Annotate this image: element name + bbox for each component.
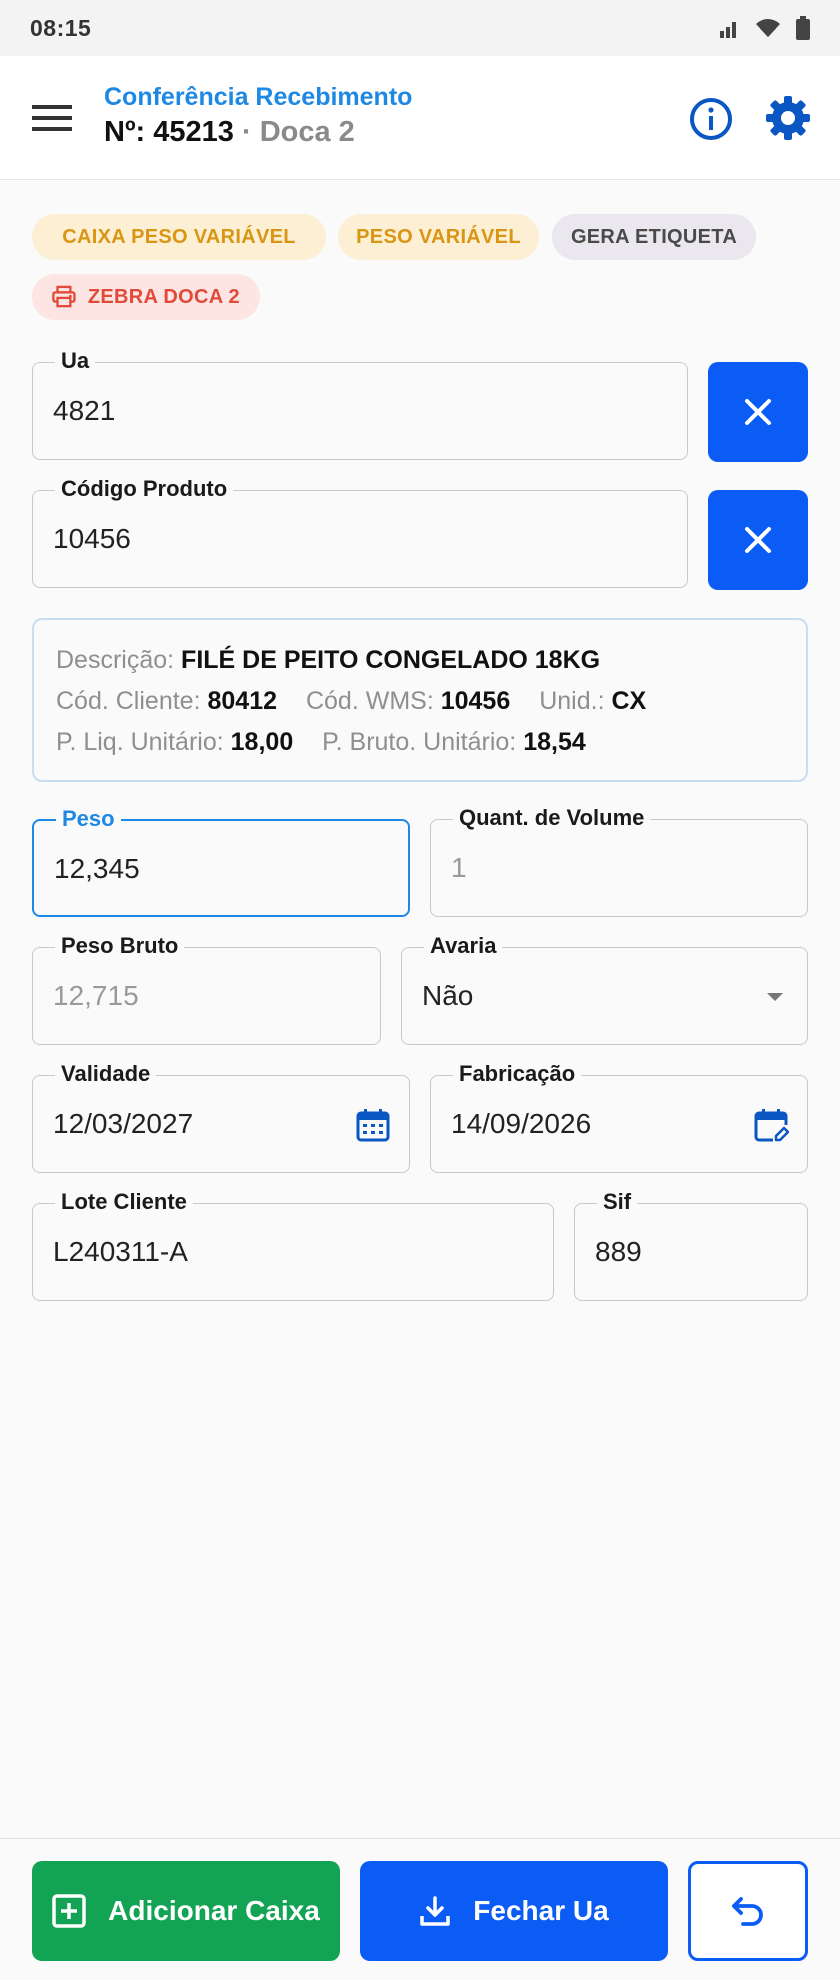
volume-quantity-placeholder: 1 bbox=[451, 852, 467, 883]
ua-label: Ua bbox=[55, 348, 96, 374]
close-icon bbox=[745, 399, 771, 425]
clear-product-code-button[interactable] bbox=[708, 490, 808, 590]
product-codes-line: Cód. Cliente: 80412 Cód. WMS: 10456 Unid… bbox=[56, 681, 784, 722]
gross-weight-label: Peso Bruto bbox=[55, 933, 185, 959]
page-title: Conferência Recebimento bbox=[104, 83, 413, 111]
chip-printer[interactable]: ZEBRA DOCA 2 bbox=[32, 274, 260, 320]
chip-label: ZEBRA DOCA 2 bbox=[87, 285, 240, 308]
ua-field[interactable]: Ua 4821 bbox=[32, 348, 688, 460]
chip-gera-etiqueta: GERA ETIQUETA bbox=[552, 214, 756, 260]
chevron-down-icon bbox=[767, 993, 783, 1001]
receipt-number-prefix: Nº: bbox=[104, 116, 154, 148]
client-lot-value: L240311-A bbox=[53, 1236, 188, 1267]
expiry-date-label: Validade bbox=[55, 1061, 157, 1087]
status-bar: 08:15 bbox=[0, 0, 840, 56]
header-titles: Conferência Recebimento Nº: 45213 · Doca… bbox=[104, 82, 412, 152]
close-ua-label: Fechar Ua bbox=[473, 1895, 609, 1926]
client-lot-label: Lote Cliente bbox=[55, 1189, 193, 1215]
wifi-icon bbox=[756, 19, 780, 37]
printer-icon bbox=[52, 285, 76, 308]
battery-icon bbox=[796, 16, 810, 40]
wms-code-label: Cód. WMS: bbox=[305, 687, 434, 715]
undo-button[interactable] bbox=[688, 1861, 808, 1961]
product-info-box: Descrição: FILÉ DE PEITO CONGELADO 18KG … bbox=[32, 618, 808, 782]
download-icon bbox=[420, 1896, 451, 1926]
calendar-edit-icon[interactable] bbox=[753, 1107, 789, 1143]
separator-dot: · bbox=[233, 116, 260, 148]
chip-label: CAIXA PESO VARIÁVEL bbox=[62, 225, 296, 248]
add-box-button[interactable]: Adicionar Caixa bbox=[32, 1861, 340, 1961]
calendar-icon[interactable] bbox=[355, 1107, 391, 1143]
chip-label: PESO VARIÁVEL bbox=[356, 225, 521, 248]
damage-select[interactable]: Avaria Não bbox=[401, 933, 808, 1045]
manufacture-date-label: Fabricação bbox=[453, 1061, 582, 1087]
gross-weight-field[interactable]: Peso Bruto 12,715 bbox=[32, 933, 381, 1045]
gross-weight-value: 12,715 bbox=[53, 980, 139, 1011]
product-description-line: Descrição: FILÉ DE PEITO CONGELADO 18KG bbox=[56, 640, 784, 681]
add-box-icon bbox=[52, 1894, 86, 1928]
client-lot-field[interactable]: Lote Cliente L240311-A bbox=[32, 1189, 554, 1301]
product-code-field[interactable]: Código Produto 10456 bbox=[32, 476, 688, 588]
expiry-date-field[interactable]: Validade 12/03/2027 bbox=[32, 1061, 410, 1173]
net-unit-weight-label: P. Liq. Unitário: bbox=[56, 728, 224, 756]
gross-unit-weight-value: 18,54 bbox=[523, 728, 586, 756]
settings-gear-icon[interactable] bbox=[764, 94, 812, 142]
receipt-number-line: Nº: 45213 · Doca 2 bbox=[104, 112, 412, 152]
signal-icon bbox=[720, 22, 736, 38]
weight-field[interactable]: Peso 12,345 bbox=[32, 806, 410, 917]
dock-name: Doca 2 bbox=[259, 116, 355, 148]
description-value: FILÉ DE PEITO CONGELADO 18KG bbox=[181, 646, 601, 674]
app-bar: Conferência Recebimento Nº: 45213 · Doca… bbox=[0, 56, 840, 180]
expiry-date-value: 12/03/2027 bbox=[53, 1108, 194, 1139]
add-box-label: Adicionar Caixa bbox=[108, 1895, 320, 1926]
volume-quantity-label: Quant. de Volume bbox=[453, 805, 651, 831]
product-code-label: Código Produto bbox=[55, 476, 234, 502]
chip-peso-variavel: PESO VARIÁVEL bbox=[338, 214, 539, 260]
product-weights-line: P. Liq. Unitário: 18,00 P. Bruto. Unitár… bbox=[56, 722, 784, 763]
chip-label: GERA ETIQUETA bbox=[570, 225, 738, 248]
net-unit-weight-value: 18,00 bbox=[230, 728, 294, 756]
manufacture-date-value: 14/09/2026 bbox=[451, 1108, 592, 1139]
weight-label: Peso bbox=[56, 806, 121, 832]
description-label: Descrição: bbox=[56, 646, 175, 674]
damage-label: Avaria bbox=[424, 933, 503, 959]
weight-value: 12,345 bbox=[54, 853, 140, 884]
unit-value: CX bbox=[611, 687, 647, 715]
close-ua-button[interactable]: Fechar Ua bbox=[360, 1861, 668, 1961]
client-code-label: Cód. Cliente: bbox=[56, 687, 201, 715]
product-code-value: 10456 bbox=[53, 523, 131, 554]
manufacture-date-field[interactable]: Fabricação 14/09/2026 bbox=[430, 1061, 808, 1173]
wms-code-value: 10456 bbox=[440, 687, 511, 715]
receipt-number: 45213 bbox=[153, 116, 234, 148]
sif-value: 889 bbox=[595, 1236, 642, 1267]
sif-field[interactable]: Sif 889 bbox=[574, 1189, 808, 1301]
bottom-action-bar: Adicionar Caixa Fechar Ua bbox=[0, 1838, 840, 1980]
volume-quantity-field[interactable]: Quant. de Volume 1 bbox=[430, 805, 808, 917]
undo-icon bbox=[732, 1897, 763, 1926]
clear-ua-button[interactable] bbox=[708, 362, 808, 462]
chip-caixa-peso-variavel: CAIXA PESO VARIÁVEL bbox=[32, 214, 326, 260]
client-code-value: 80412 bbox=[207, 687, 278, 715]
ua-value: 4821 bbox=[53, 395, 116, 426]
system-icons bbox=[718, 16, 810, 40]
gross-unit-weight-label: P. Bruto. Unitário: bbox=[322, 728, 517, 756]
damage-value: Não bbox=[422, 980, 474, 1011]
status-time: 08:15 bbox=[30, 14, 92, 41]
close-icon bbox=[745, 527, 771, 553]
info-icon[interactable] bbox=[688, 96, 734, 142]
unit-label: Unid.: bbox=[539, 687, 605, 715]
hamburger-menu-icon[interactable] bbox=[32, 100, 72, 136]
sif-label: Sif bbox=[597, 1189, 638, 1215]
